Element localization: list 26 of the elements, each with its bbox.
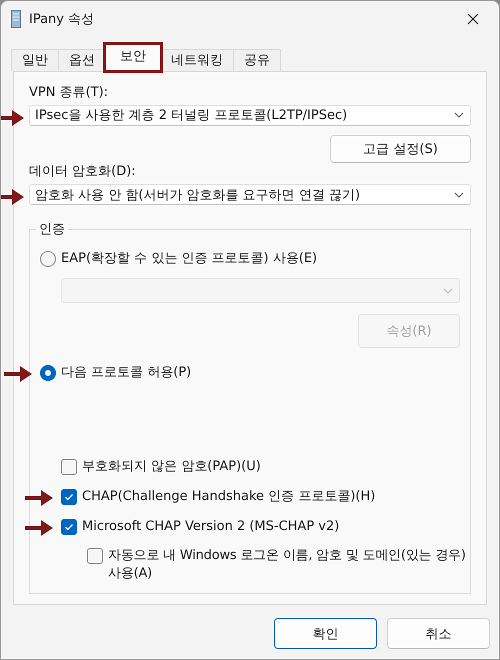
chevron-icon xyxy=(454,112,464,118)
option-label[interactable]: Microsoft CHAP Version 2 (MS-CHAP v2) xyxy=(82,518,460,536)
field-label: 데이터 암호화(D): xyxy=(29,163,137,182)
option-label[interactable]: 자동으로 내 Windows 로그온 이름, 암호 및 도메인(있는 경우) 사용(A) xyxy=(108,547,476,583)
checkbox[interactable] xyxy=(61,459,77,475)
option-label[interactable]: EAP(확장할 수 있는 인증 프로토콜) 사용(E) xyxy=(61,250,460,268)
checkbox[interactable] xyxy=(61,489,77,505)
radio-button[interactable] xyxy=(40,251,56,267)
option-label[interactable]: 다음 프로토콜 허용(P) xyxy=(61,364,460,382)
group-title: 인증 xyxy=(36,220,68,238)
option-label[interactable]: 부호화되지 않은 암호(PAP)(U) xyxy=(82,458,460,476)
ok-button[interactable]: 확인 xyxy=(274,618,377,649)
cancel-button[interactable]: 취소 xyxy=(387,618,490,649)
tab[interactable]: 보안 xyxy=(105,44,161,71)
chevron-icon xyxy=(443,288,453,294)
chevron-icon xyxy=(454,192,464,198)
radio-button[interactable] xyxy=(40,365,56,381)
tab[interactable]: 공유 xyxy=(233,49,281,71)
advanced-settings-button[interactable]: 고급 설정(S) xyxy=(330,134,471,164)
option-label[interactable]: CHAP(Challenge Handshake 인증 프로토콜)(H) xyxy=(82,488,460,506)
window-title: IPany 속성 xyxy=(29,11,96,28)
network-icon xyxy=(11,10,21,28)
field-label: VPN 종류(T): xyxy=(29,84,110,102)
tab[interactable]: 일반 xyxy=(11,49,59,71)
checkbox[interactable] xyxy=(61,519,77,535)
checkbox[interactable] xyxy=(87,548,103,564)
